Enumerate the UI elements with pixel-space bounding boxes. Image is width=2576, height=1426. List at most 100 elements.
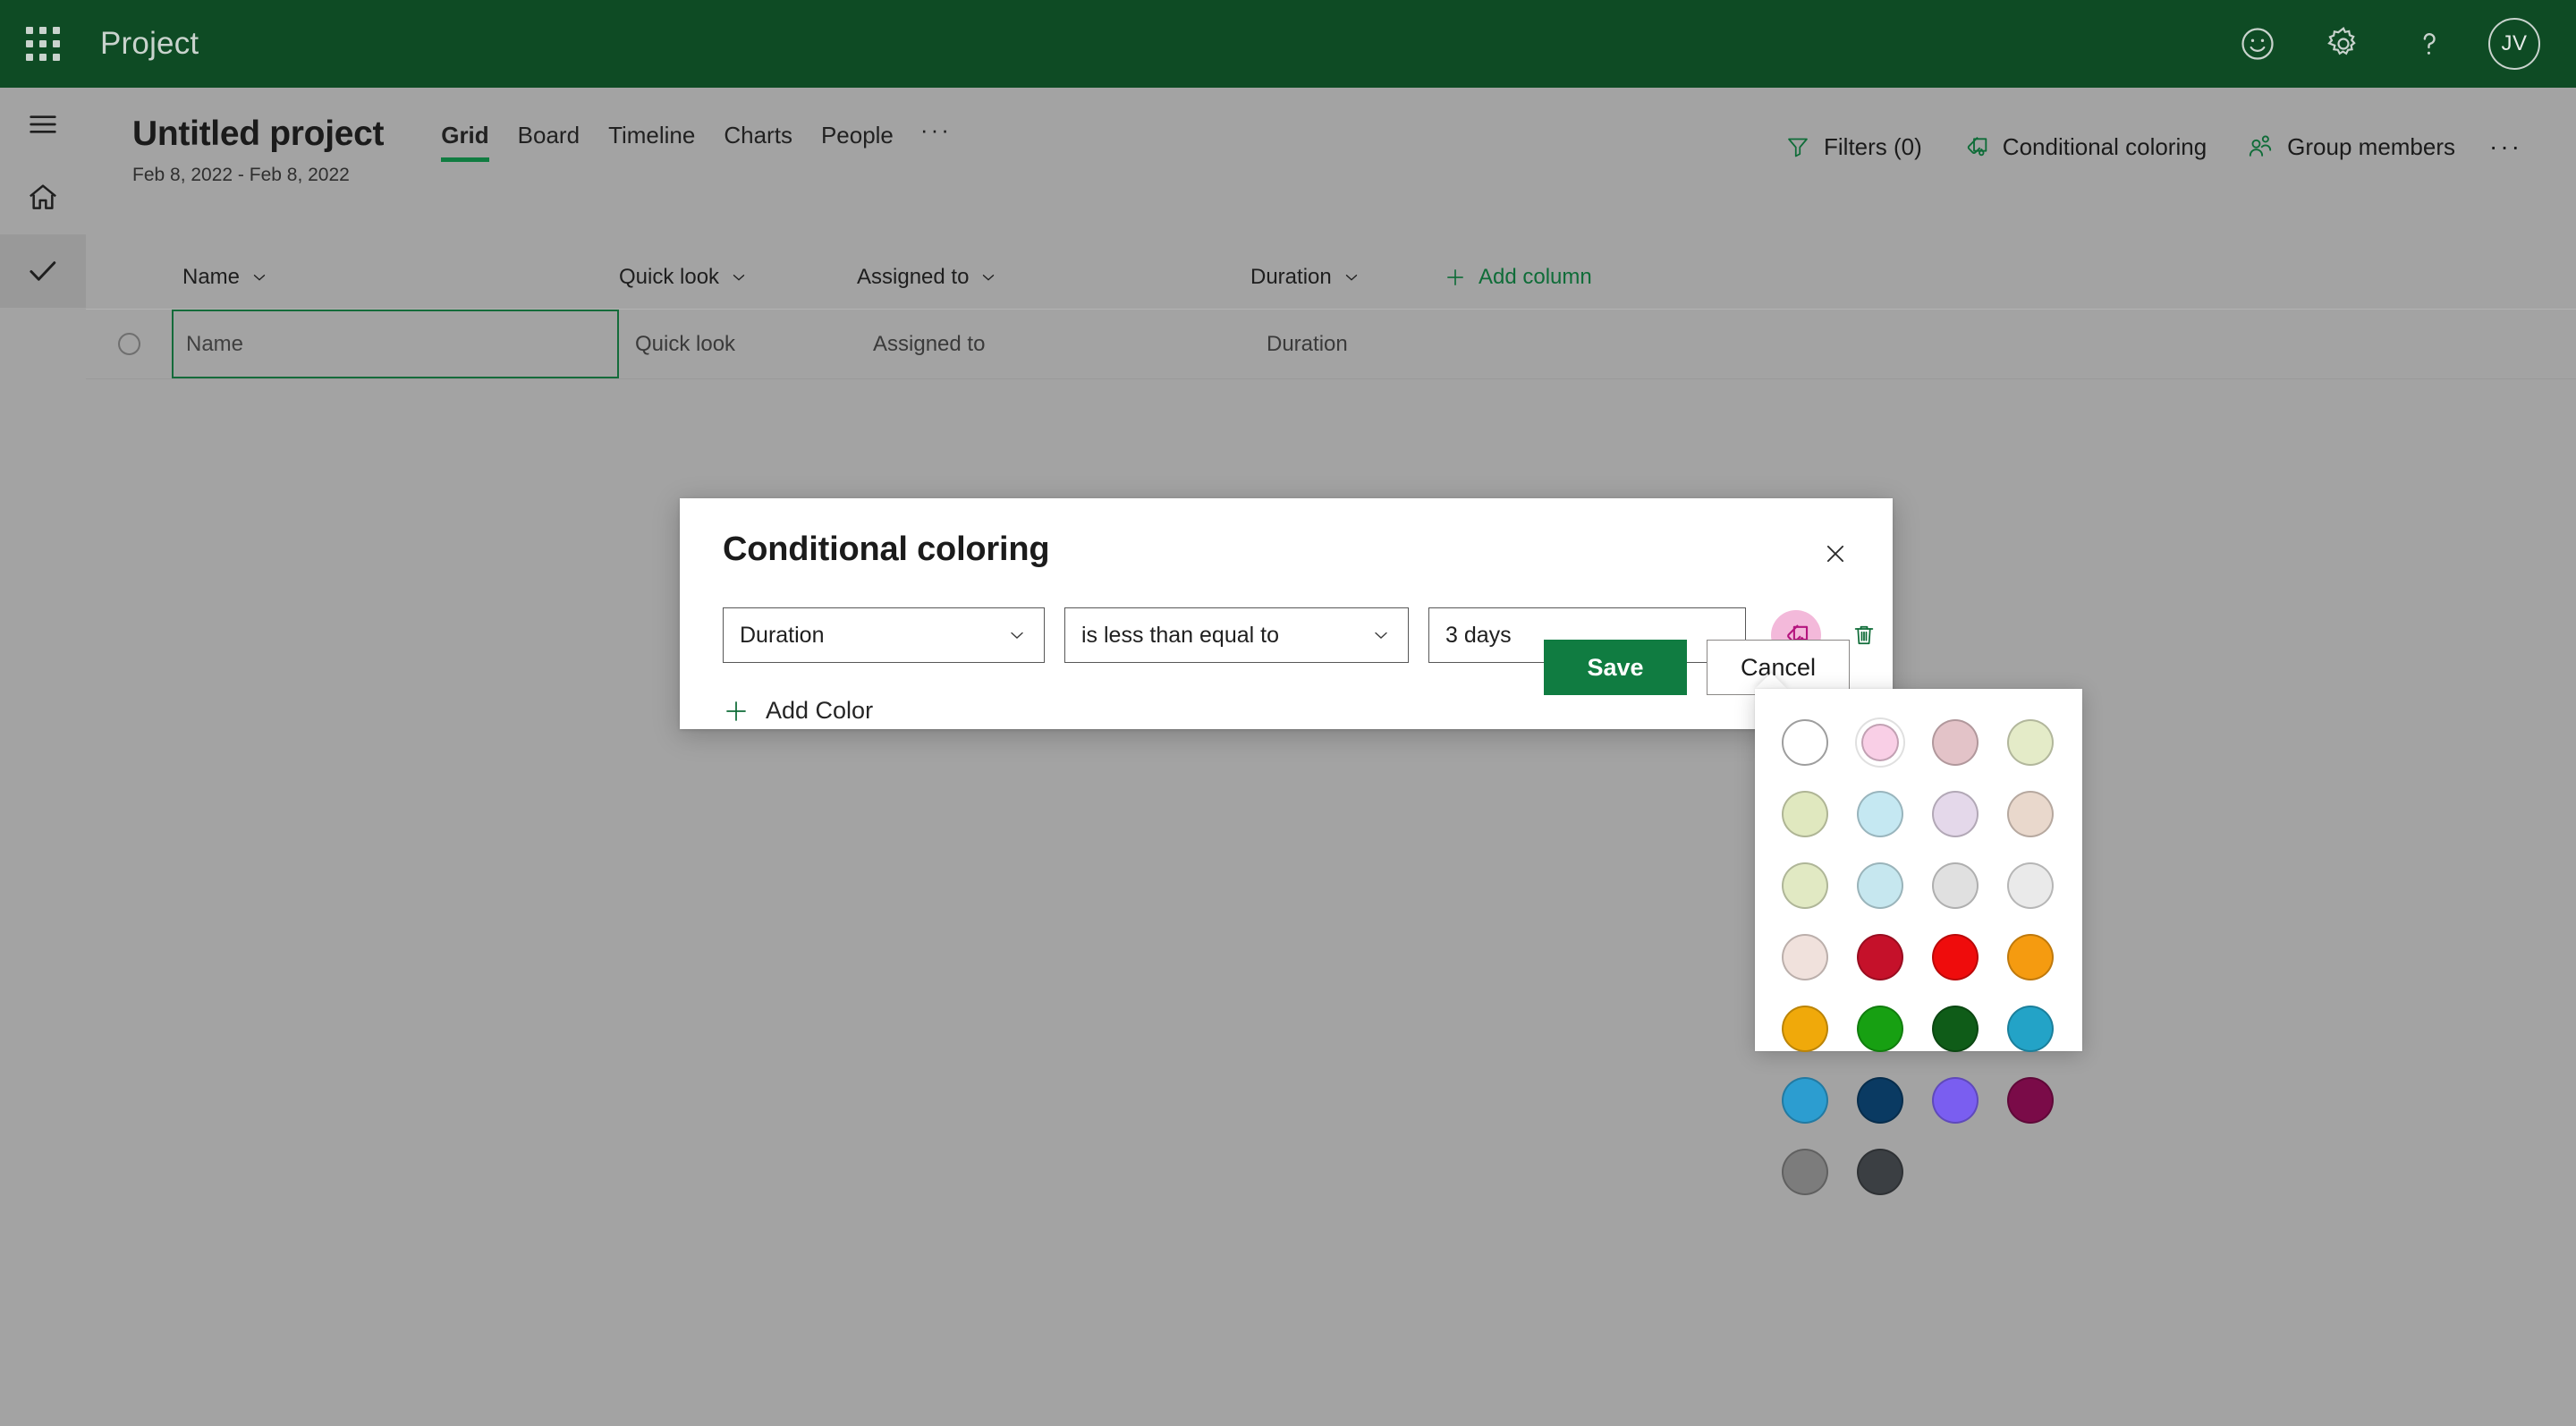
color-swatch-violet[interactable] <box>1927 1072 1984 1129</box>
color-swatch-amber[interactable] <box>1776 1000 1834 1057</box>
swatch-dot <box>1782 1077 1828 1124</box>
color-swatch-pale-green[interactable] <box>1776 857 1834 914</box>
color-swatch-pale-peach[interactable] <box>2002 785 2059 843</box>
color-swatch-charcoal[interactable] <box>1852 1143 1909 1201</box>
swatch-dot <box>2007 1006 2054 1052</box>
color-swatch-ice-blue[interactable] <box>1852 857 1909 914</box>
tab-board[interactable]: Board <box>504 122 594 173</box>
close-icon[interactable] <box>1810 531 1860 577</box>
chevron-down-icon <box>1006 624 1028 646</box>
sidebar-item-home[interactable] <box>0 161 86 234</box>
swatch-dot <box>1857 791 1903 837</box>
add-color-button[interactable]: Add Color <box>680 663 873 725</box>
column-header-quick-look-label: Quick look <box>619 264 720 289</box>
column-header-quick-look[interactable]: Quick look <box>619 265 857 290</box>
page-title[interactable]: Untitled project <box>132 115 385 154</box>
settings-gear-icon[interactable] <box>2301 0 2386 88</box>
color-swatch-grid <box>1776 714 2061 1201</box>
view-tabs: Grid Board Timeline Charts People ··· <box>427 88 964 173</box>
swatch-dot <box>1857 1149 1903 1195</box>
color-swatch-green[interactable] <box>1852 1000 1909 1057</box>
dialog-footer: Save Cancel <box>1544 640 1850 695</box>
color-swatch-pale-lavender[interactable] <box>1927 785 1984 843</box>
color-swatch-light-gray[interactable] <box>1927 857 1984 914</box>
hamburger-menu-icon[interactable] <box>0 88 86 161</box>
add-column-label: Add column <box>1479 264 1592 289</box>
cell-name[interactable]: Name <box>172 310 619 378</box>
swatch-dot <box>1857 934 1903 980</box>
command-overflow-icon[interactable]: ··· <box>2475 133 2537 158</box>
tab-timeline[interactable]: Timeline <box>594 122 709 173</box>
color-picker-popup <box>1755 689 2082 1195</box>
column-header-assigned-to-label: Assigned to <box>857 264 970 289</box>
table-row[interactable]: Name Quick look Assigned to Duration <box>86 310 2576 379</box>
color-swatch-blush[interactable] <box>1776 929 1834 986</box>
plus-icon <box>723 698 750 725</box>
paint-bucket-icon <box>1962 132 1990 161</box>
suite-app-title[interactable]: Project <box>100 26 199 62</box>
column-header-name-label: Name <box>182 264 241 289</box>
rule-value-text: 3 days <box>1445 622 1512 648</box>
command-bar-actions: Filters (0) Conditional coloring Group m… <box>1765 88 2576 168</box>
tab-overflow-icon[interactable]: ··· <box>908 118 964 161</box>
color-swatch-crimson[interactable] <box>1852 929 1909 986</box>
add-column-button[interactable]: Add column <box>1438 265 1592 290</box>
tab-charts[interactable]: Charts <box>709 122 807 173</box>
swatch-dot <box>1782 934 1828 980</box>
color-swatch-orange[interactable] <box>2002 929 2059 986</box>
color-swatch-off-white[interactable] <box>2002 857 2059 914</box>
swatch-dot <box>1782 791 1828 837</box>
swatch-dot <box>1782 1149 1828 1195</box>
column-header-name[interactable]: Name <box>172 265 619 290</box>
sidebar-item-tasks[interactable] <box>0 234 86 308</box>
color-swatch-light-olive[interactable] <box>1776 785 1834 843</box>
dialog-title: Conditional coloring <box>723 531 1050 568</box>
cell-duration[interactable]: Duration <box>1250 310 1438 378</box>
color-swatch-white[interactable] <box>1776 714 1834 771</box>
save-button[interactable]: Save <box>1544 640 1687 695</box>
swatch-dot <box>2007 791 2054 837</box>
user-avatar[interactable]: JV <box>2488 18 2540 70</box>
color-swatch-pale-cyan[interactable] <box>1852 785 1909 843</box>
conditional-coloring-label: Conditional coloring <box>2002 132 2207 160</box>
add-color-label: Add Color <box>766 697 874 724</box>
swatch-dot <box>1932 791 1979 837</box>
column-header-assigned-to[interactable]: Assigned to <box>857 265 1250 290</box>
feedback-smiley-icon[interactable] <box>2215 0 2301 88</box>
swatch-dot <box>1932 934 1979 980</box>
color-swatch-light-pink[interactable] <box>1852 714 1909 771</box>
rule-operator-select[interactable]: is less than equal to <box>1064 607 1409 663</box>
filters-button[interactable]: Filters (0) <box>1765 126 1942 168</box>
conditional-coloring-button[interactable]: Conditional coloring <box>1942 125 2226 168</box>
color-swatch-gray[interactable] <box>1776 1143 1834 1201</box>
cell-assigned-to[interactable]: Assigned to <box>857 310 1250 378</box>
plus-icon <box>1444 266 1467 289</box>
color-swatch-magenta[interactable] <box>2002 1072 2059 1129</box>
project-date-range: Feb 8, 2022 - Feb 8, 2022 <box>132 165 350 185</box>
rule-field-select[interactable]: Duration <box>723 607 1045 663</box>
row-select-checkbox[interactable] <box>86 310 172 378</box>
column-header-duration[interactable]: Duration <box>1250 265 1438 290</box>
app-launcher-button[interactable] <box>0 0 86 88</box>
color-swatch-red[interactable] <box>1927 929 1984 986</box>
group-members-button[interactable]: Group members <box>2226 125 2475 168</box>
cell-quick-look[interactable]: Quick look <box>619 310 857 378</box>
color-swatch-dusty-rose[interactable] <box>1927 714 1984 771</box>
swatch-dot <box>1782 719 1828 766</box>
color-swatch-blue[interactable] <box>1776 1072 1834 1129</box>
help-question-icon[interactable] <box>2386 0 2472 88</box>
swatch-dot <box>2007 934 2054 980</box>
suite-header-bar: Project JV <box>0 0 2576 88</box>
project-title-block: Untitled project Feb 8, 2022 - Feb 8, 20… <box>86 88 385 186</box>
conditional-coloring-dialog: Conditional coloring Duration is less th… <box>680 498 1893 729</box>
tab-grid[interactable]: Grid <box>427 122 503 173</box>
swatch-dot <box>1932 1077 1979 1124</box>
rule-operator-value: is less than equal to <box>1081 622 1279 648</box>
chevron-down-icon <box>979 267 998 287</box>
tab-people[interactable]: People <box>807 122 908 173</box>
color-swatch-dark-green[interactable] <box>1927 1000 1984 1057</box>
color-swatch-sky-blue[interactable] <box>2002 1000 2059 1057</box>
color-swatch-navy[interactable] <box>1852 1072 1909 1129</box>
color-swatch-pale-lime[interactable] <box>2002 714 2059 771</box>
filter-icon <box>1784 133 1811 160</box>
